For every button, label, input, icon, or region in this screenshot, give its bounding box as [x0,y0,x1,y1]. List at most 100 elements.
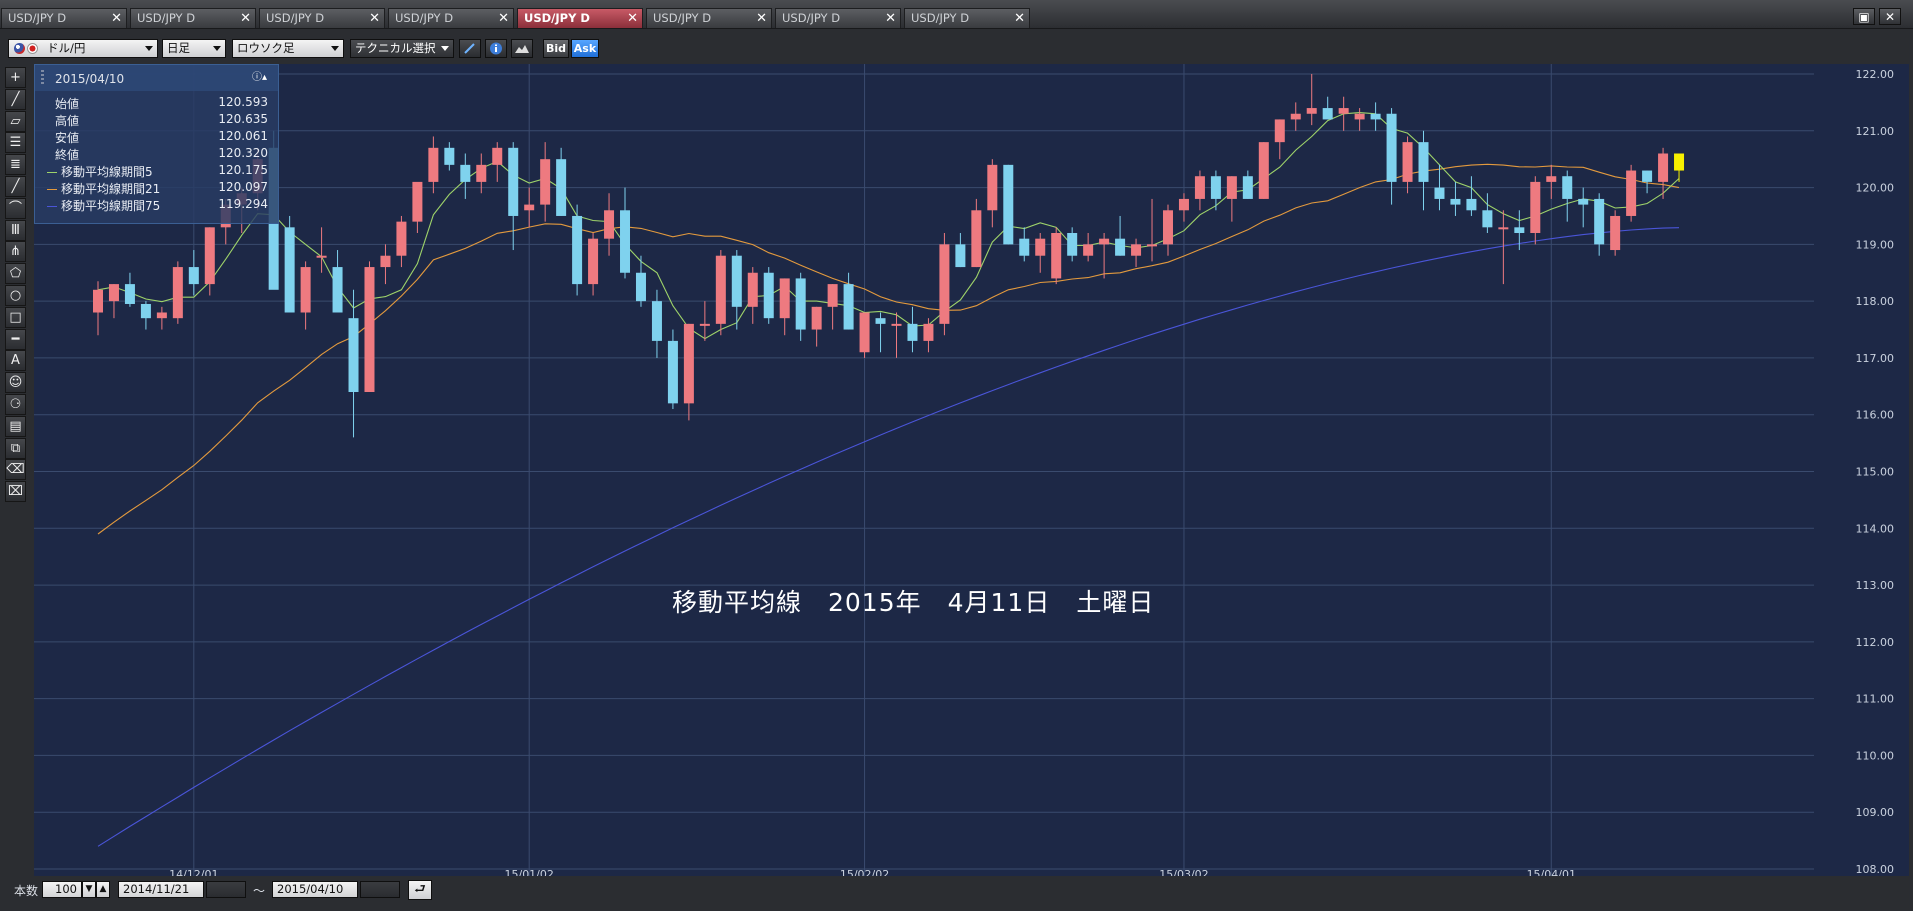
close-tab-icon[interactable]: ✕ [627,9,638,28]
candle-body [1131,244,1142,256]
candle-body [779,278,790,319]
currency-pair-select[interactable]: ドル/円 [8,39,158,58]
apply-range-button[interactable]: ⮐ [408,880,432,900]
period-label: 日足 [167,41,190,55]
candle-body [1482,210,1493,228]
candle-body [1258,142,1269,199]
bid-button[interactable]: Bid [543,39,569,58]
close-tab-icon[interactable]: ✕ [885,9,896,28]
ruler-icon: ▱ [10,113,21,129]
close-tab-icon[interactable]: ✕ [111,9,122,28]
tab-8[interactable]: USD/JPY D ✕ [904,8,1030,28]
horizontal-line-tool-button[interactable]: ━ [5,328,26,350]
copy-tool-tool-button[interactable]: ⧉ [5,437,26,459]
end-date-input[interactable]: 2015/04/10 [272,881,358,898]
pentagon-tool-button[interactable]: ⬠ [5,263,26,285]
ma75-line [97,227,1680,847]
tab-1[interactable]: USD/JPY D ✕ [1,8,127,28]
tab-7[interactable]: USD/JPY D ✕ [775,8,901,28]
candle-body [540,159,551,205]
candle-body [1147,244,1158,247]
candle-body [284,227,295,313]
close-tab-icon[interactable]: ✕ [756,9,767,28]
candle-body [907,323,918,341]
horizontal-lines-tool-button[interactable]: ☰ [5,132,26,154]
ohlc-info-panel: 2015/04/10 ⓘ▴ 始値 120.593 高値 120.635 安値 120.06… [34,64,279,224]
pentagon-icon: ⬠ [9,266,22,282]
period-select[interactable]: 日足 [162,39,226,58]
y-tick-label: 120.00 [1856,182,1895,195]
layer-tool-icon: ▤ [9,418,22,434]
close-tab-icon[interactable]: ✕ [1014,9,1025,28]
start-date-input[interactable]: 2014/11/21 [118,881,204,898]
fib-arc-tool-button[interactable]: ⌒ [5,197,26,219]
end-time-input[interactable] [360,881,400,898]
close-tab-icon[interactable]: ✕ [240,9,251,28]
candlestick-chart[interactable]: 122.00 121.00 120.00 119.00 118.00 117.00 116.… [34,64,1909,882]
fib-lines-tool-button[interactable]: ≣ [5,154,26,176]
chart-area[interactable]: 122.00 121.00 120.00 119.00 118.00 117.00 116.… [34,64,1909,882]
candle-body [699,323,710,326]
candle-body [188,267,199,285]
info-value-1: 120.635 [218,112,268,126]
vertical-lines-tool-button[interactable]: Ⅲ [5,219,26,241]
candle-body [1194,176,1205,199]
info-toggle-button[interactable] [485,39,507,58]
tab-2[interactable]: USD/JPY D ✕ [130,8,256,28]
emoji-tool-button[interactable]: ☺ [5,372,26,394]
jp-flag-icon [27,43,38,54]
ruler-tool-button[interactable]: ▱ [5,110,26,132]
count-label: 本数 [14,884,39,898]
close-window-button[interactable]: ✕ [1879,8,1901,25]
pitchfork-tool-button[interactable]: ⋔ [5,241,26,263]
info-label-text: 移動平均線期間75 [61,199,161,213]
candle-body [1115,238,1126,256]
technical-select[interactable]: テクニカル選択 [350,39,454,58]
candle-body [124,284,135,304]
count-input[interactable]: 100 [42,881,82,898]
ma-legend-swatch [47,206,57,207]
count-down-button[interactable]: ▼ [82,881,96,898]
trendline-tool-button[interactable]: ╱ [5,88,26,110]
close-tab-icon[interactable]: ✕ [369,9,380,28]
text-tool-button[interactable]: A [5,350,26,372]
tab-6[interactable]: USD/JPY D ✕ [646,8,772,28]
pointer-tool-tool-button[interactable]: ⚆ [5,394,26,415]
candle-body [1498,227,1509,230]
candle-body [364,267,375,392]
tab-4[interactable]: USD/JPY D ✕ [388,8,514,28]
count-up-button[interactable]: ▲ [96,881,110,898]
info-panel-header: 2015/04/10 ⓘ▴ [35,65,278,91]
draw-pen-button[interactable] [459,39,481,58]
close-tab-icon[interactable]: ✕ [498,9,509,28]
start-time-input[interactable] [206,881,246,898]
emoji-icon: ☺ [8,375,23,391]
eraser-tool-button[interactable]: ⌫ [5,459,26,481]
circle-tool-button[interactable]: ○ [5,285,26,306]
chart-style-button[interactable] [511,39,533,58]
chart-type-select[interactable]: ロウソク足 [232,39,344,58]
layer-tool-tool-button[interactable]: ▤ [5,415,26,437]
eraser-icon: ⌫ [6,462,25,478]
pointer-tool-icon: ⚆ [9,397,22,412]
candle-body [795,278,806,330]
rectangle-tool-button[interactable]: □ [5,306,26,328]
restore-window-button[interactable]: ▣ [1853,8,1875,25]
candle-body [380,255,391,268]
candle-body [635,272,646,302]
eraser-all-tool-button[interactable]: ⌧ [5,481,26,503]
ma-legend-swatch [47,189,57,190]
tab-5[interactable]: USD/JPY D ✕ [517,8,643,28]
drag-handle-icon[interactable] [41,70,44,86]
candle-body [1610,215,1621,251]
candle-body [332,267,343,313]
tab-3[interactable]: USD/JPY D ✕ [259,8,385,28]
candle-body [460,164,471,182]
crosshair-tool-button[interactable]: + [5,67,26,88]
fib-fan-tool-button[interactable]: ╱ [5,176,26,197]
candle-body [1674,153,1685,171]
info-value-4: 120.175 [218,163,268,177]
ask-button[interactable]: Ask [571,39,599,58]
tab-label: USD/JPY D [524,11,590,25]
collapse-info-icon[interactable]: ⓘ▴ [252,71,267,84]
